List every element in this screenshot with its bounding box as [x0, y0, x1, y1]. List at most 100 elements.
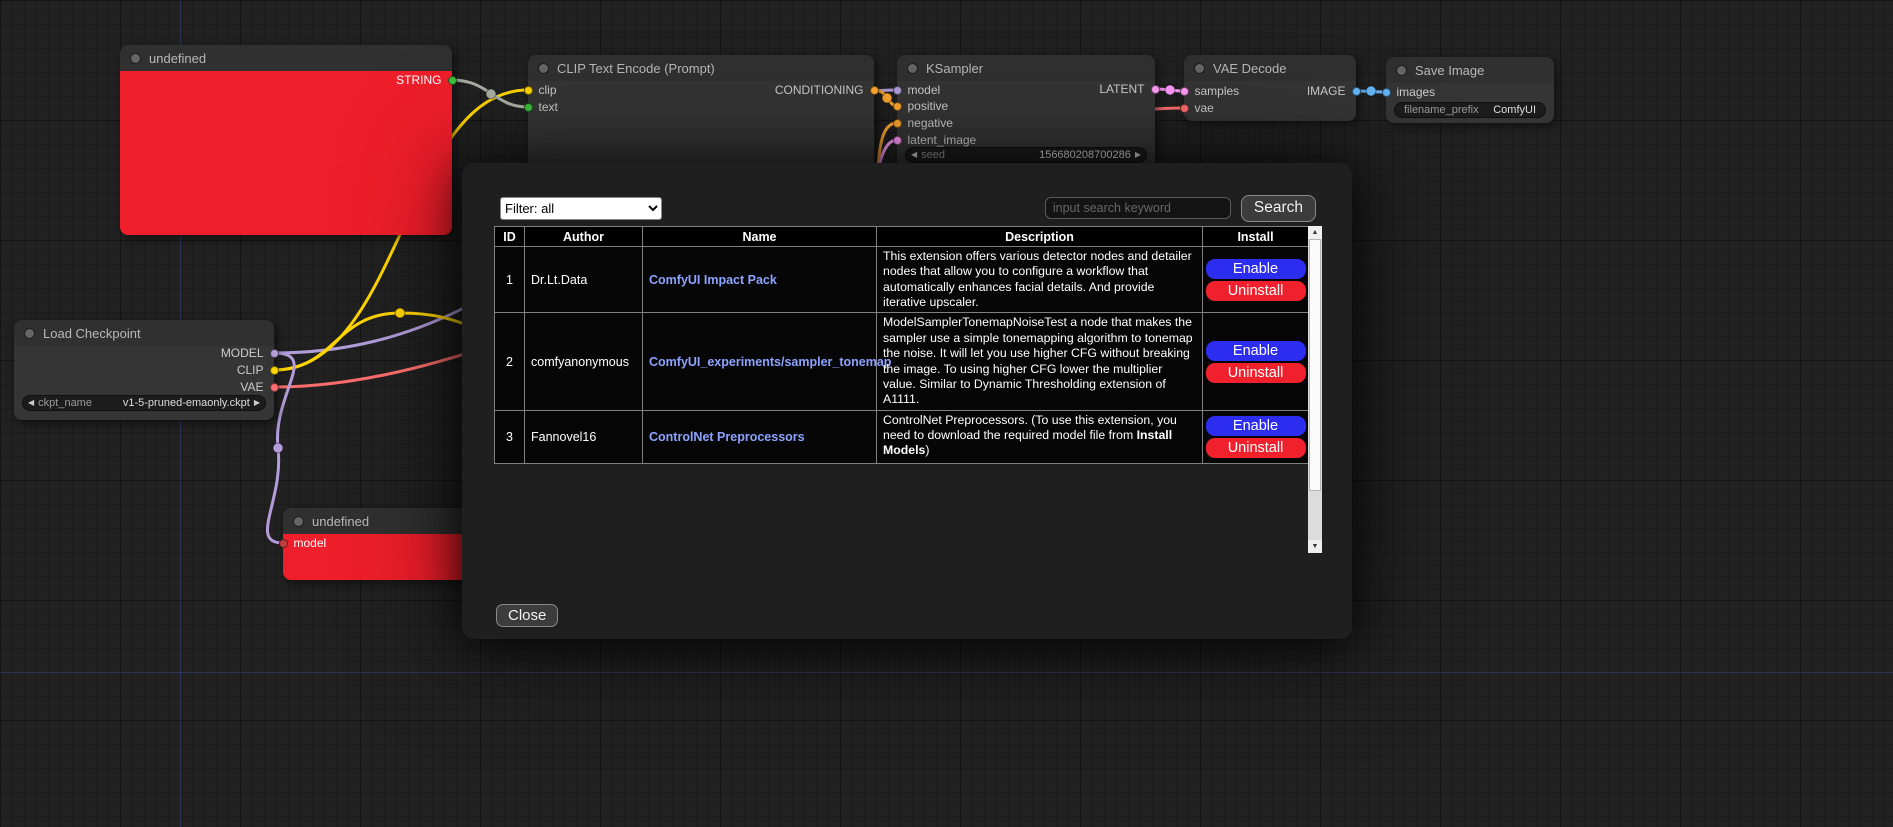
input-slot-model[interactable]: model — [897, 83, 940, 97]
node-vae-decode[interactable]: VAE Decode samples vae IMAGE — [1184, 55, 1356, 121]
node-title[interactable]: Save Image — [1386, 57, 1554, 83]
search-input[interactable] — [1045, 197, 1231, 219]
table-row: 3 Fannovel16 ControlNet Preprocessors Co… — [495, 410, 1309, 463]
node-title[interactable]: Load Checkpoint — [14, 320, 274, 346]
slot-dot[interactable] — [1352, 87, 1361, 96]
node-load-checkpoint[interactable]: Load Checkpoint MODEL CLIP VAE ◀ ckpt_na… — [14, 320, 274, 420]
output-slot-clip[interactable]: CLIP — [237, 363, 274, 377]
node-undefined-top[interactable]: undefined STRING — [120, 45, 452, 235]
filename-prefix-widget[interactable]: filename_prefix ComfyUI — [1394, 102, 1546, 118]
output-slot-latent[interactable]: LATENT — [1099, 82, 1155, 96]
output-slot-string[interactable]: STRING — [396, 73, 452, 87]
slot-dot[interactable] — [870, 86, 879, 95]
cell-name: ControlNet Preprocessors — [643, 410, 877, 463]
cell-install: Enable Uninstall — [1203, 313, 1309, 410]
cell-author: comfyanonymous — [525, 313, 643, 410]
extension-link[interactable]: ComfyUI Impact Pack — [649, 273, 777, 287]
node-graph-canvas[interactable]: undefined STRING CLIP Text Encode (Promp… — [0, 0, 1893, 827]
input-slot-clip[interactable]: clip — [528, 83, 557, 97]
slot-dot[interactable] — [893, 136, 902, 145]
slot-dot[interactable] — [1382, 88, 1391, 97]
uninstall-button[interactable]: Uninstall — [1206, 281, 1306, 301]
decrement-arrow-icon[interactable]: ◀ — [28, 399, 34, 407]
input-slot-samples[interactable]: samples — [1184, 84, 1239, 98]
collapse-dot-icon[interactable] — [24, 328, 35, 339]
wire-dot — [1165, 85, 1175, 95]
input-slot-positive[interactable]: positive — [897, 99, 948, 113]
node-body — [120, 71, 452, 235]
scroll-up-icon[interactable]: ▲ — [1308, 226, 1322, 239]
slot-dot[interactable] — [1180, 104, 1189, 113]
slot-dot[interactable] — [893, 119, 902, 128]
slot-dot[interactable] — [270, 349, 279, 358]
output-slot-image[interactable]: IMAGE — [1307, 84, 1356, 98]
wire-string-text — [452, 80, 528, 107]
enable-button[interactable]: Enable — [1206, 416, 1306, 436]
extension-link[interactable]: ControlNet Preprocessors — [649, 430, 805, 444]
table-header-row: ID Author Name Description Install — [495, 227, 1309, 247]
column-header-id: ID — [495, 227, 525, 247]
enable-button[interactable]: Enable — [1206, 259, 1306, 279]
uninstall-button[interactable]: Uninstall — [1206, 363, 1306, 383]
node-save-image[interactable]: Save Image images filename_prefix ComfyU… — [1386, 57, 1554, 123]
extension-link[interactable]: ComfyUI_experiments/sampler_tonemap — [649, 355, 891, 369]
slot-dot[interactable] — [1151, 85, 1160, 94]
node-title-label: KSampler — [926, 61, 983, 76]
node-title-label: undefined — [312, 514, 369, 529]
column-header-author: Author — [525, 227, 643, 247]
column-header-install: Install — [1203, 227, 1309, 247]
seed-widget[interactable]: ◀ seed 156680208700286 ▶ — [905, 147, 1147, 163]
cell-id: 2 — [495, 313, 525, 410]
slot-dot[interactable] — [279, 539, 288, 548]
collapse-dot-icon[interactable] — [130, 53, 141, 64]
cell-name: ComfyUI Impact Pack — [643, 247, 877, 313]
collapse-dot-icon[interactable] — [1194, 63, 1205, 74]
ckpt-name-widget[interactable]: ◀ ckpt_name v1-5-pruned-emaonly.ckpt ▶ — [22, 395, 266, 411]
scrollbar-thumb[interactable] — [1309, 239, 1321, 491]
cell-install: Enable Uninstall — [1203, 247, 1309, 313]
output-slot-vae[interactable]: VAE — [240, 380, 274, 394]
wire-dot — [486, 89, 496, 99]
slot-dot[interactable] — [893, 86, 902, 95]
slot-dot[interactable] — [270, 383, 279, 392]
search-button[interactable]: Search — [1241, 195, 1316, 222]
collapse-dot-icon[interactable] — [1396, 65, 1407, 76]
scrollbar[interactable]: ▲ ▼ — [1308, 226, 1322, 553]
node-undefined-bottom[interactable]: undefined model — [283, 508, 483, 580]
scroll-down-icon[interactable]: ▼ — [1308, 540, 1322, 553]
collapse-dot-icon[interactable] — [293, 516, 304, 527]
slot-dot[interactable] — [1180, 87, 1189, 96]
input-slot-text[interactable]: text — [528, 100, 558, 114]
node-title-label: VAE Decode — [1213, 61, 1286, 76]
output-slot-conditioning[interactable]: CONDITIONING — [775, 83, 874, 97]
enable-button[interactable]: Enable — [1206, 341, 1306, 361]
node-title[interactable]: CLIP Text Encode (Prompt) — [528, 55, 874, 81]
output-slot-model[interactable]: MODEL — [221, 346, 274, 360]
slot-dot[interactable] — [524, 86, 533, 95]
input-slot-vae[interactable]: vae — [1184, 101, 1214, 115]
slot-dot[interactable] — [270, 366, 279, 375]
filter-select[interactable]: Filter: all — [500, 197, 662, 220]
input-slot-negative[interactable]: negative — [897, 116, 953, 130]
node-title[interactable]: KSampler — [897, 55, 1155, 81]
input-slot-images[interactable]: images — [1386, 85, 1435, 99]
slot-dot[interactable] — [524, 103, 533, 112]
node-title-label: CLIP Text Encode (Prompt) — [557, 61, 715, 76]
node-title-label: undefined — [149, 51, 206, 66]
uninstall-button[interactable]: Uninstall — [1206, 438, 1306, 458]
close-button[interactable]: Close — [496, 604, 558, 627]
decrement-arrow-icon[interactable]: ◀ — [911, 151, 917, 159]
input-slot-latent-image[interactable]: latent_image — [897, 133, 976, 147]
table-row: 1 Dr.Lt.Data ComfyUI Impact Pack This ex… — [495, 247, 1309, 313]
increment-arrow-icon[interactable]: ▶ — [254, 399, 260, 407]
collapse-dot-icon[interactable] — [538, 63, 549, 74]
table-row: 2 comfyanonymous ComfyUI_experiments/sam… — [495, 313, 1309, 410]
node-title[interactable]: undefined — [120, 45, 452, 71]
slot-dot[interactable] — [448, 76, 457, 85]
slot-dot[interactable] — [893, 102, 902, 111]
collapse-dot-icon[interactable] — [907, 63, 918, 74]
node-title[interactable]: undefined — [283, 508, 483, 534]
input-slot-model[interactable]: model — [283, 536, 326, 550]
increment-arrow-icon[interactable]: ▶ — [1135, 151, 1141, 159]
node-title[interactable]: VAE Decode — [1184, 55, 1356, 81]
